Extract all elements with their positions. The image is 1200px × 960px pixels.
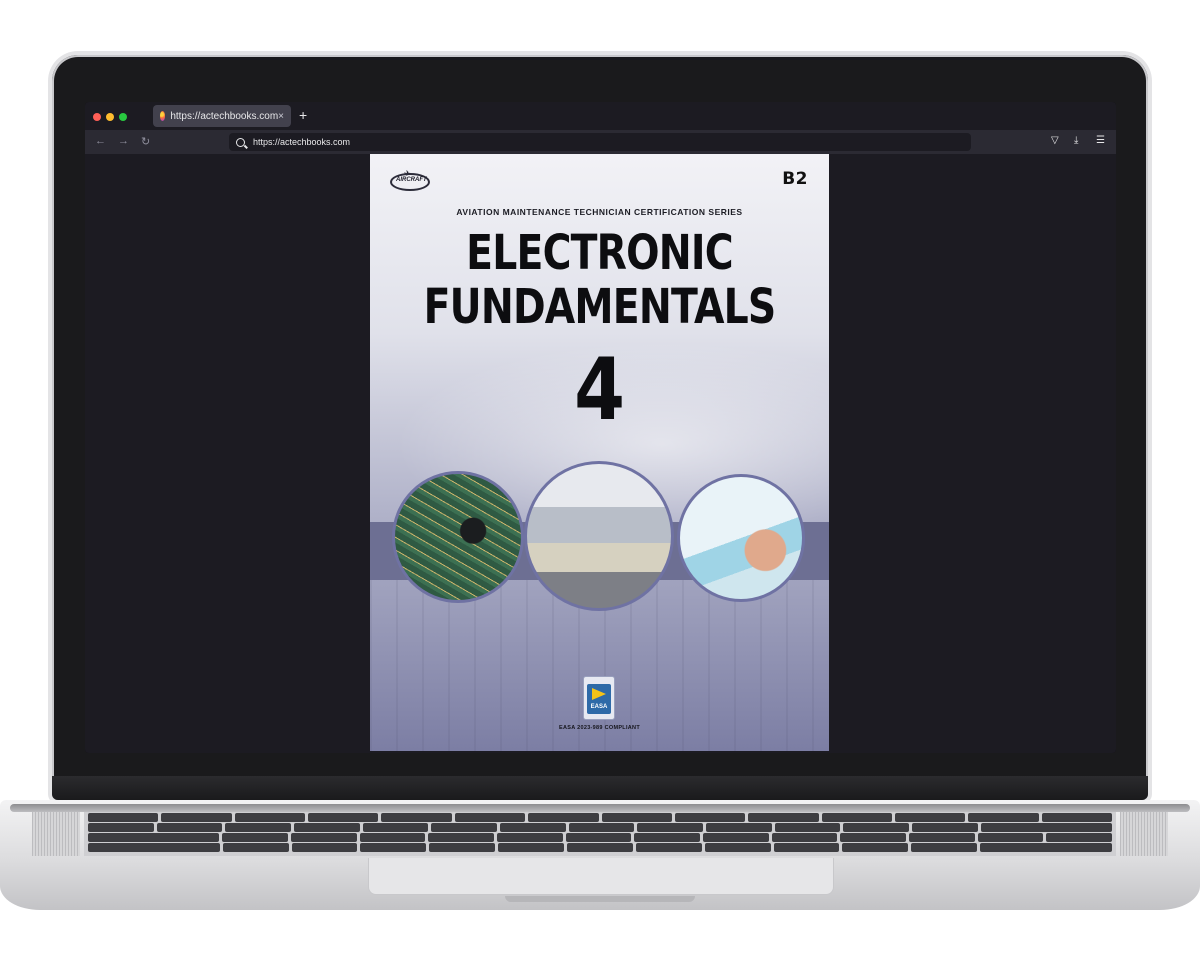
laptop-hinge — [10, 804, 1190, 812]
nav-bar: ← → ↻ https://actechbooks.com ▽ ⤓ ☰ — [85, 130, 1116, 154]
easa-logo: EASA — [587, 684, 611, 714]
browser-window: https://actechbooks.com × + ← → ↻ https:… — [85, 102, 1116, 753]
license-grade: B2 — [782, 169, 808, 189]
title-line-1: ELECTRONIC — [466, 225, 733, 281]
close-tab-icon[interactable]: × — [278, 111, 284, 122]
tab-actechbooks[interactable]: https://actechbooks.com × — [153, 105, 291, 127]
lid-opening-notch — [505, 896, 695, 902]
close-window-button[interactable] — [93, 113, 101, 121]
laptop-lid: https://actechbooks.com × + ← → ↻ https:… — [52, 55, 1148, 800]
right-speaker-grille — [1120, 812, 1168, 856]
back-icon[interactable]: ← — [95, 135, 106, 147]
page-content: ✈ AIRCRAFT B2 AVIATION MAINTENANCE TECHN… — [85, 154, 1116, 753]
trackpad — [368, 858, 834, 895]
easa-label: EASA — [590, 704, 608, 710]
easa-badge: EASA — [583, 676, 615, 720]
module-number: 4 — [574, 340, 625, 440]
menu-icon[interactable]: ☰ — [1096, 135, 1105, 146]
book-cover: ✈ AIRCRAFT B2 AVIATION MAINTENANCE TECHN… — [370, 154, 829, 751]
left-speaker-grille — [32, 812, 80, 856]
title-line-2: FUNDAMENTALS — [423, 279, 777, 335]
compliance-text: EASA 2023-989 COMPLIANT — [559, 725, 640, 731]
url-text[interactable]: https://actechbooks.com — [253, 137, 350, 147]
pocket-icon[interactable]: ▽ — [1051, 135, 1059, 146]
reload-icon[interactable]: ↻ — [141, 135, 150, 148]
soldering-image — [677, 474, 805, 602]
electronics-lab-image — [524, 461, 674, 611]
series-title: AVIATION MAINTENANCE TECHNICIAN CERTIFIC… — [456, 207, 743, 217]
url-bar[interactable]: https://actechbooks.com — [229, 133, 971, 151]
tab-bar: https://actechbooks.com × + — [85, 102, 1116, 130]
logo-text: AIRCRAFT — [396, 177, 427, 183]
laptop-screen: https://actechbooks.com × + ← → ↻ https:… — [85, 102, 1116, 753]
keyboard — [84, 812, 1116, 856]
download-icon[interactable]: ⤓ — [1074, 135, 1078, 146]
search-icon — [236, 137, 245, 147]
tab-title: https://actechbooks.com — [170, 110, 279, 122]
easa-chevron-icon — [592, 688, 606, 700]
laptop-chin — [52, 776, 1148, 800]
minimize-window-button[interactable] — [106, 113, 114, 121]
book-title: ELECTRONIC FUNDAMENTALS — [411, 226, 787, 334]
aircraft-technical-logo: ✈ AIRCRAFT — [390, 169, 432, 191]
new-tab-button[interactable]: + — [299, 107, 307, 123]
circuit-board-image — [392, 471, 524, 603]
firefox-favicon-icon — [160, 111, 166, 121]
maximize-window-button[interactable] — [119, 113, 127, 121]
forward-icon[interactable]: → — [118, 135, 129, 147]
